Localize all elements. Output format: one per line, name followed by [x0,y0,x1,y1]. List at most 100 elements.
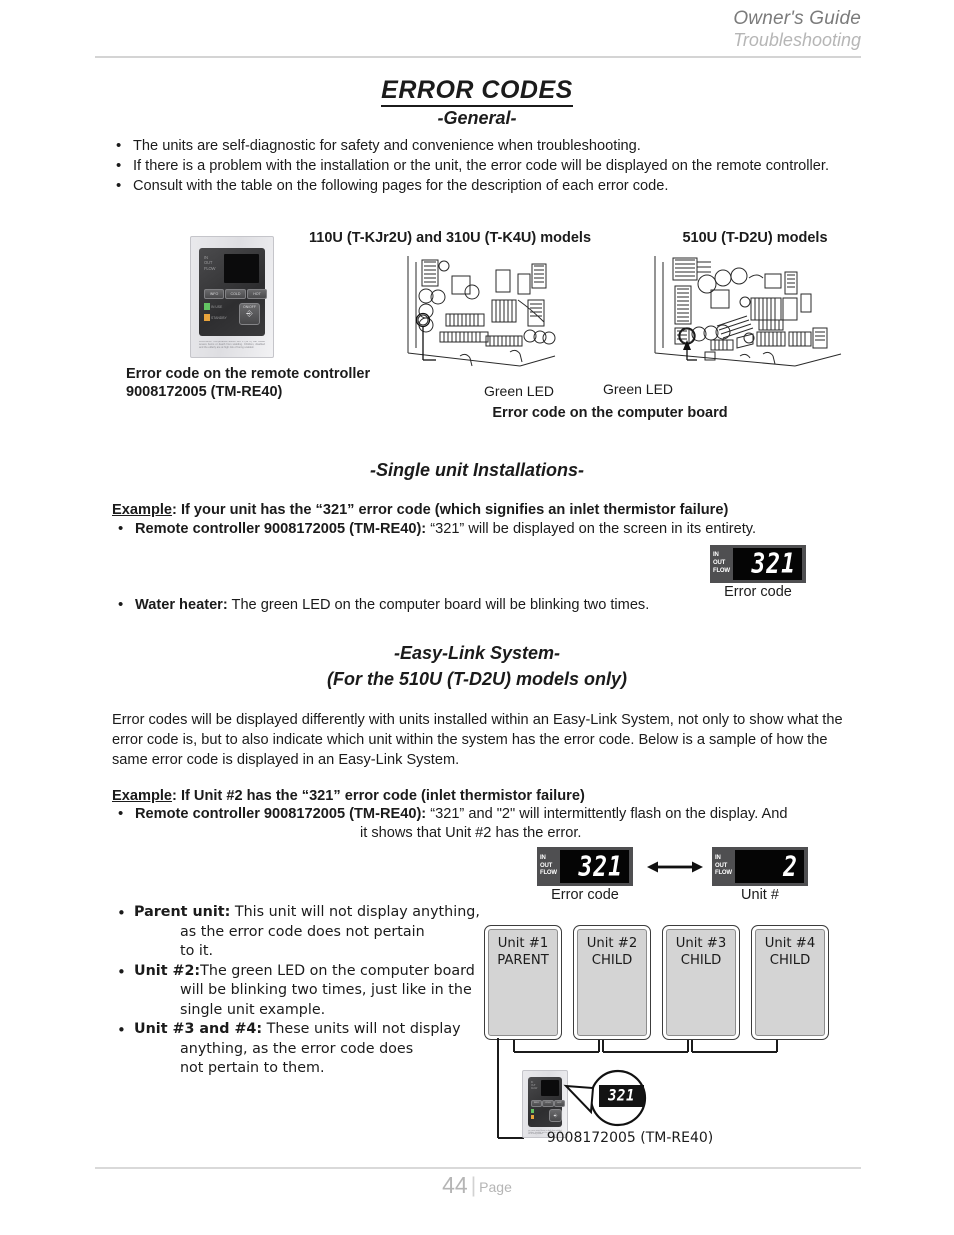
easylink-unit-number-caption: Unit # [741,887,779,903]
list-item-text: Consult with the table on the following … [133,178,669,194]
flash-double-arrow-icon [645,860,705,874]
standby-led-icon [204,314,210,321]
remote-io-labels: IN OUT FLOW [204,255,216,271]
example-text: : If Unit #2 has the “321” error code (i… [172,788,585,804]
callout-error-code-value: 321 [608,1086,635,1106]
example-label: Example [112,502,173,518]
bullet-icon: • [117,962,126,981]
list-item-text: “321” and "2" will intermittently flash … [426,806,788,822]
label-in: IN [713,552,719,559]
list-item-text: The units are self-diagnostic for safety… [133,138,641,154]
in-use-led-icon [531,1109,534,1113]
section-title-single-unit: -Single unit Installations- [369,460,584,480]
unit-box-2: Unit #2 CHILD [573,925,651,1040]
list-item-label: Unit #2: [134,962,201,979]
easylink-unit-number-display: IN OUT FLOW 2 [712,847,808,886]
display-io-labels: IN OUT FLOW [713,548,733,580]
list-item-text-cont: to it. [180,943,214,959]
bullet-icon: • [118,805,124,822]
label-flow: FLOW [713,567,730,574]
error-code-display: IN OUT FLOW 321 [710,545,806,583]
bullet-icon: • [118,520,124,537]
unit-box-2-name: Unit #2 [586,936,638,951]
label-in: IN [540,854,546,861]
display-screen: 321 [732,548,802,580]
easylink-paragraph: Error codes will be displayed differentl… [112,712,843,768]
list-item: • If there is a problem with the install… [110,156,865,176]
section-title-easylink: -Easy-Link System- [393,643,561,663]
list-item-text: If there is a problem with the installat… [133,158,830,174]
caption-remote-controller: Error code on the remote controller 9008… [126,366,371,400]
list-item: • Unit #2:The green LED on the computer … [112,962,502,1021]
caption-computer-board: Error code on the computer board [492,405,728,421]
unit-box-3-name: Unit #3 [675,936,727,951]
list-item-label: Remote controller 9008172005 (TM-RE40): [135,806,427,822]
remote-screen [224,254,259,283]
easylink-units-diagram: Unit #1 PARENT Unit #2 CHILD Unit #3 CHI… [484,925,832,1040]
hot-button[interactable]: HOT [247,289,267,299]
unit-box-1-name: Unit #1 [497,936,549,951]
list-item-text-cont: as the error code does not pertain [180,923,425,940]
list-item: • Remote controller 9008172005 (TM-RE40)… [112,519,872,539]
page-header: Owner's Guide Troubleshooting [95,8,861,51]
list-item-text-cont: anything, as the error code does [180,1040,414,1057]
cold-button[interactable]: COLD [542,1100,554,1107]
circuit-board-diagram-510u [645,248,845,378]
section-title-general: -General- [437,108,517,128]
in-use-led-icon [204,303,210,310]
remote-faceplate: IN OUT FLOW INFO COLD HOT IN USE STANDBY… [199,248,267,336]
display-io-labels: IN OUT FLOW [715,850,735,883]
label-out: OUT [540,862,553,869]
bullet-icon: • [116,137,122,154]
remote-faceplate: IN OUT FLOW INFO COLD HOT ⎆ [528,1077,565,1127]
list-item-text: “321” will be displayed on the screen in… [426,521,757,537]
display-screen: 321 [559,850,629,883]
example-text: : If your unit has the “321” error code … [172,502,729,518]
list-item-label: Water heater: [135,597,228,613]
cold-button[interactable]: COLD [225,289,246,299]
easylink-bullets: • Remote controller 9008172005 (TM-RE40)… [112,804,872,824]
bullet-icon: • [117,904,126,922]
standby-led-label: STANDBY [211,316,227,320]
easylink-error-code-caption: Error code [551,887,619,903]
list-item-text: The green LED on the computer board [200,962,475,979]
remote-io-labels: IN OUT FLOW [531,1081,537,1090]
bullet-icon: • [118,596,124,613]
label-flow: FLOW [715,870,732,877]
green-led-label-510u: Green LED [603,381,674,397]
label-flow: FLOW [204,265,216,271]
info-button[interactable]: INFO [531,1100,542,1107]
display-screen: 2 [734,850,804,883]
figure-label-510u: 510U (T-D2U) models [682,230,828,246]
unit-box-3: Unit #3 CHILD [662,925,740,1040]
power-button[interactable]: ON/OFF ⎆ [239,303,260,325]
unit-box-4-name: Unit #4 [764,936,816,951]
list-item: • Water heater: The green LED on the com… [112,595,872,615]
footer-divider [95,1167,861,1169]
circuit-board-diagram-110u [400,248,560,378]
warning-text: WARNING: Temperature above 120°F (49°C) … [199,341,265,349]
page-title: ERROR CODES [0,76,954,107]
general-bullet-list: • The units are self-diagnostic for safe… [110,136,865,196]
list-item-text: These units will not display [262,1021,461,1037]
power-icon: ⎆ [246,309,253,318]
label-flow: FLOW [540,870,557,877]
header-section-title: Troubleshooting [733,30,861,50]
label-out: OUT [715,862,728,869]
bullet-icon: • [116,157,122,174]
remote-screen [541,1080,559,1096]
single-unit-example-heading: Example: If your unit has the “321” erro… [112,500,872,520]
in-use-led-label: IN USE [211,305,223,309]
green-led-label-110u: Green LED [484,383,555,399]
list-item-text: This unit will not display anything, [230,904,480,920]
figure-label-110u: 110U (T-KJr2U) and 310U (T-K4U) models [308,230,592,246]
display-io-labels: IN OUT FLOW [540,850,560,883]
display-value: 321 [578,851,623,882]
list-item-text-cont: not pertain to them. [180,1060,325,1076]
easylink-error-code-display: IN OUT FLOW 321 [537,847,633,886]
page-title-text: ERROR CODES [381,76,573,107]
list-item: • Parent unit: This unit will not displa… [112,903,502,962]
list-item-label: Parent unit: [134,904,231,920]
info-button[interactable]: INFO [204,289,224,299]
list-item: • The units are self-diagnostic for safe… [110,136,865,156]
